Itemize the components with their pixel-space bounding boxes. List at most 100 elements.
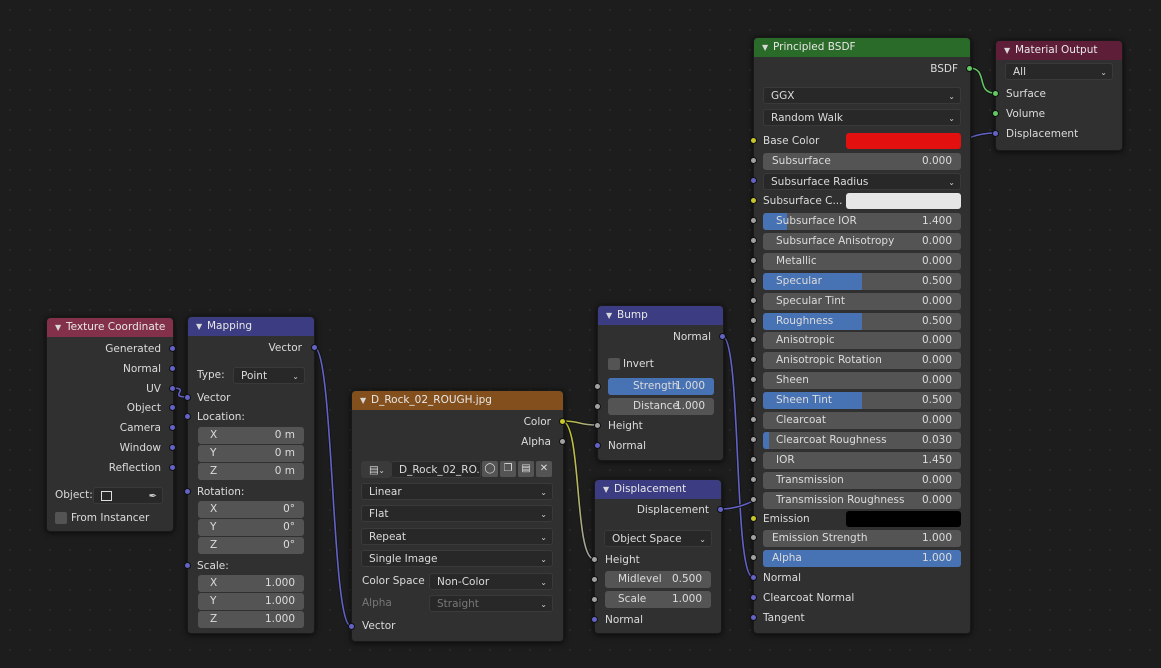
displacement-scale-socket[interactable] (590, 595, 598, 603)
collapse-chevron-icon[interactable]: ▼ (762, 38, 773, 57)
projection-dropdown[interactable]: Flat ⌄ (361, 505, 553, 522)
bsdf-output-socket[interactable] (965, 64, 973, 72)
bsdf-slider-socket-7[interactable] (749, 355, 757, 363)
mapping-vector-input-socket[interactable] (183, 393, 191, 401)
distance-field[interactable]: Distance 1.000 (608, 398, 714, 415)
scale-x-field[interactable]: X 1.000 (198, 575, 304, 592)
bsdf-slider-subsurface-ior[interactable]: Subsurface IOR 1.400 (763, 213, 961, 230)
image-browse-button[interactable]: ▤ ⌄ (361, 461, 391, 478)
node-header[interactable]: ▼ D_Rock_02_ROUGH.jpg (352, 391, 563, 410)
collapse-chevron-icon[interactable]: ▼ (1004, 41, 1015, 60)
node-header[interactable]: ▼ Texture Coordinate (47, 318, 173, 337)
bsdf-slider-clearcoat[interactable]: Clearcoat 0.000 (763, 412, 961, 429)
texture-coordinate-node[interactable]: ▼ Texture Coordinate Generated Normal UV … (46, 317, 174, 532)
link-bsdf-to-surface[interactable] (968, 67, 996, 94)
distribution-dropdown[interactable]: GGX ⌄ (763, 87, 961, 104)
subsurface-radius-dropdown[interactable]: Subsurface Radius ⌄ (763, 173, 961, 190)
node-header[interactable]: ▼ Bump (598, 306, 723, 325)
link-image-to-bump-height[interactable] (561, 420, 598, 426)
rotation-y-field[interactable]: Y 0° (198, 519, 304, 536)
bsdf-slider-socket-10[interactable] (749, 415, 757, 423)
texcoord-object-socket[interactable] (168, 403, 176, 411)
bsdf-slider-ior[interactable]: IOR 1.450 (763, 452, 961, 469)
rotation-z-field[interactable]: Z 0° (198, 537, 304, 554)
bsdf-slider-socket-14[interactable] (749, 495, 757, 503)
subsurface-method-dropdown[interactable]: Random Walk ⌄ (763, 109, 961, 126)
bump-normal-output-socket[interactable] (718, 332, 726, 340)
bsdf-emission-socket[interactable] (749, 514, 757, 522)
texcoord-uv-socket[interactable] (168, 384, 176, 392)
bsdf-slider-specular[interactable]: Specular 0.500 (763, 273, 961, 290)
bsdf-slider-socket-6[interactable] (749, 335, 757, 343)
image-vector-input-socket[interactable] (347, 622, 355, 630)
displacement-output-socket[interactable] (716, 505, 724, 513)
alpha-slider[interactable]: Alpha 1.000 (763, 550, 961, 567)
bsdf-slider-socket-4[interactable] (749, 296, 757, 304)
bsdf-slider-sheen[interactable]: Sheen 0.000 (763, 372, 961, 389)
base-color-swatch[interactable] (846, 133, 961, 149)
bsdf-slider-anisotropic[interactable]: Anisotropic 0.000 (763, 332, 961, 349)
bsdf-tangent-socket[interactable] (749, 613, 757, 621)
bsdf-slider-anisotropic-rotation[interactable]: Anisotropic Rotation 0.000 (763, 352, 961, 369)
bsdf-slider-transmission-roughness[interactable]: Transmission Roughness 0.000 (763, 492, 961, 509)
bsdf-alpha-socket[interactable] (749, 553, 757, 561)
emission-strength-field[interactable]: Emission Strength 1.000 (763, 530, 961, 547)
collapse-chevron-icon[interactable]: ▼ (196, 317, 207, 336)
displacement-height-socket[interactable] (590, 555, 598, 563)
bsdf-slider-subsurface-anisotropy[interactable]: Subsurface Anisotropy 0.000 (763, 233, 961, 250)
output-volume-socket[interactable] (991, 109, 999, 117)
bsdf-slider-clearcoat-roughness[interactable]: Clearcoat Roughness 0.030 (763, 432, 961, 449)
texcoord-window-socket[interactable] (168, 443, 176, 451)
fake-user-shield-icon[interactable]: ◯ (482, 461, 498, 477)
bsdf-slider-socket-3[interactable] (749, 276, 757, 284)
rotation-x-field[interactable]: X 0° (198, 501, 304, 518)
image-name-field[interactable]: D_Rock_02_RO... (391, 461, 481, 478)
subsurface-field[interactable]: Subsurface 0.000 (763, 153, 961, 170)
bsdf-slider-transmission[interactable]: Transmission 0.000 (763, 472, 961, 489)
bsdf-slider-socket-8[interactable] (749, 375, 757, 383)
eyedropper-icon[interactable]: ✒ (149, 488, 157, 503)
output-surface-socket[interactable] (991, 89, 999, 97)
bsdf-emission-strength-socket[interactable] (749, 533, 757, 541)
subsurface-color-swatch[interactable] (846, 193, 961, 209)
mapping-output-socket[interactable] (310, 343, 318, 351)
emission-color-swatch[interactable] (846, 511, 961, 527)
bump-normal-input-socket[interactable] (593, 441, 601, 449)
texcoord-normal-socket[interactable] (168, 364, 176, 372)
bsdf-base-color-socket[interactable] (749, 136, 757, 144)
bsdf-slider-socket-1[interactable] (749, 236, 757, 244)
bsdf-slider-metallic[interactable]: Metallic 0.000 (763, 253, 961, 270)
color-space-dropdown[interactable]: Non-Color ⌄ (429, 573, 553, 590)
bump-strength-socket[interactable] (593, 382, 601, 390)
bsdf-slider-socket-11[interactable] (749, 435, 757, 443)
bsdf-normal-socket[interactable] (749, 573, 757, 581)
interpolation-dropdown[interactable]: Linear ⌄ (361, 483, 553, 500)
bsdf-slider-socket-9[interactable] (749, 395, 757, 403)
scale-field[interactable]: Scale 1.000 (605, 591, 711, 608)
scale-y-field[interactable]: Y 1.000 (198, 593, 304, 610)
object-picker[interactable]: ✒ (93, 487, 163, 504)
target-dropdown[interactable]: All ⌄ (1005, 63, 1113, 80)
principled-bsdf-node[interactable]: ▼ Principled BSDF BSDF GGX ⌄ Random Walk ⌄ … (753, 37, 971, 634)
bsdf-slider-socket-0[interactable] (749, 216, 757, 224)
bump-node[interactable]: ▼ Bump Normal Invert Strength 1.000 Distan… (597, 305, 724, 461)
bsdf-slider-specular-tint[interactable]: Specular Tint 0.000 (763, 293, 961, 310)
texcoord-generated-socket[interactable] (168, 344, 176, 352)
link-bump-to-bsdf-normal[interactable] (721, 335, 754, 578)
collapse-chevron-icon[interactable]: ▼ (606, 306, 617, 325)
duplicate-image-icon[interactable]: ❐ (500, 461, 516, 477)
displacement-normal-socket[interactable] (590, 615, 598, 623)
node-header[interactable]: ▼ Displacement (595, 480, 721, 499)
output-displacement-socket[interactable] (991, 129, 999, 137)
texcoord-reflection-socket[interactable] (168, 463, 176, 471)
collapse-chevron-icon[interactable]: ▼ (603, 480, 614, 499)
mapping-scale-socket[interactable] (183, 561, 191, 569)
location-z-field[interactable]: Z 0 m (198, 463, 304, 480)
bsdf-subsurface-color-socket[interactable] (749, 196, 757, 204)
invert-checkbox[interactable] (608, 358, 620, 370)
node-header[interactable]: ▼ Material Output (996, 41, 1122, 60)
node-header[interactable]: ▼ Mapping (188, 317, 314, 336)
space-dropdown[interactable]: Object Space ⌄ (604, 530, 712, 547)
from-instancer-checkbox[interactable] (55, 512, 67, 524)
bsdf-clearcoat-normal-socket[interactable] (749, 593, 757, 601)
